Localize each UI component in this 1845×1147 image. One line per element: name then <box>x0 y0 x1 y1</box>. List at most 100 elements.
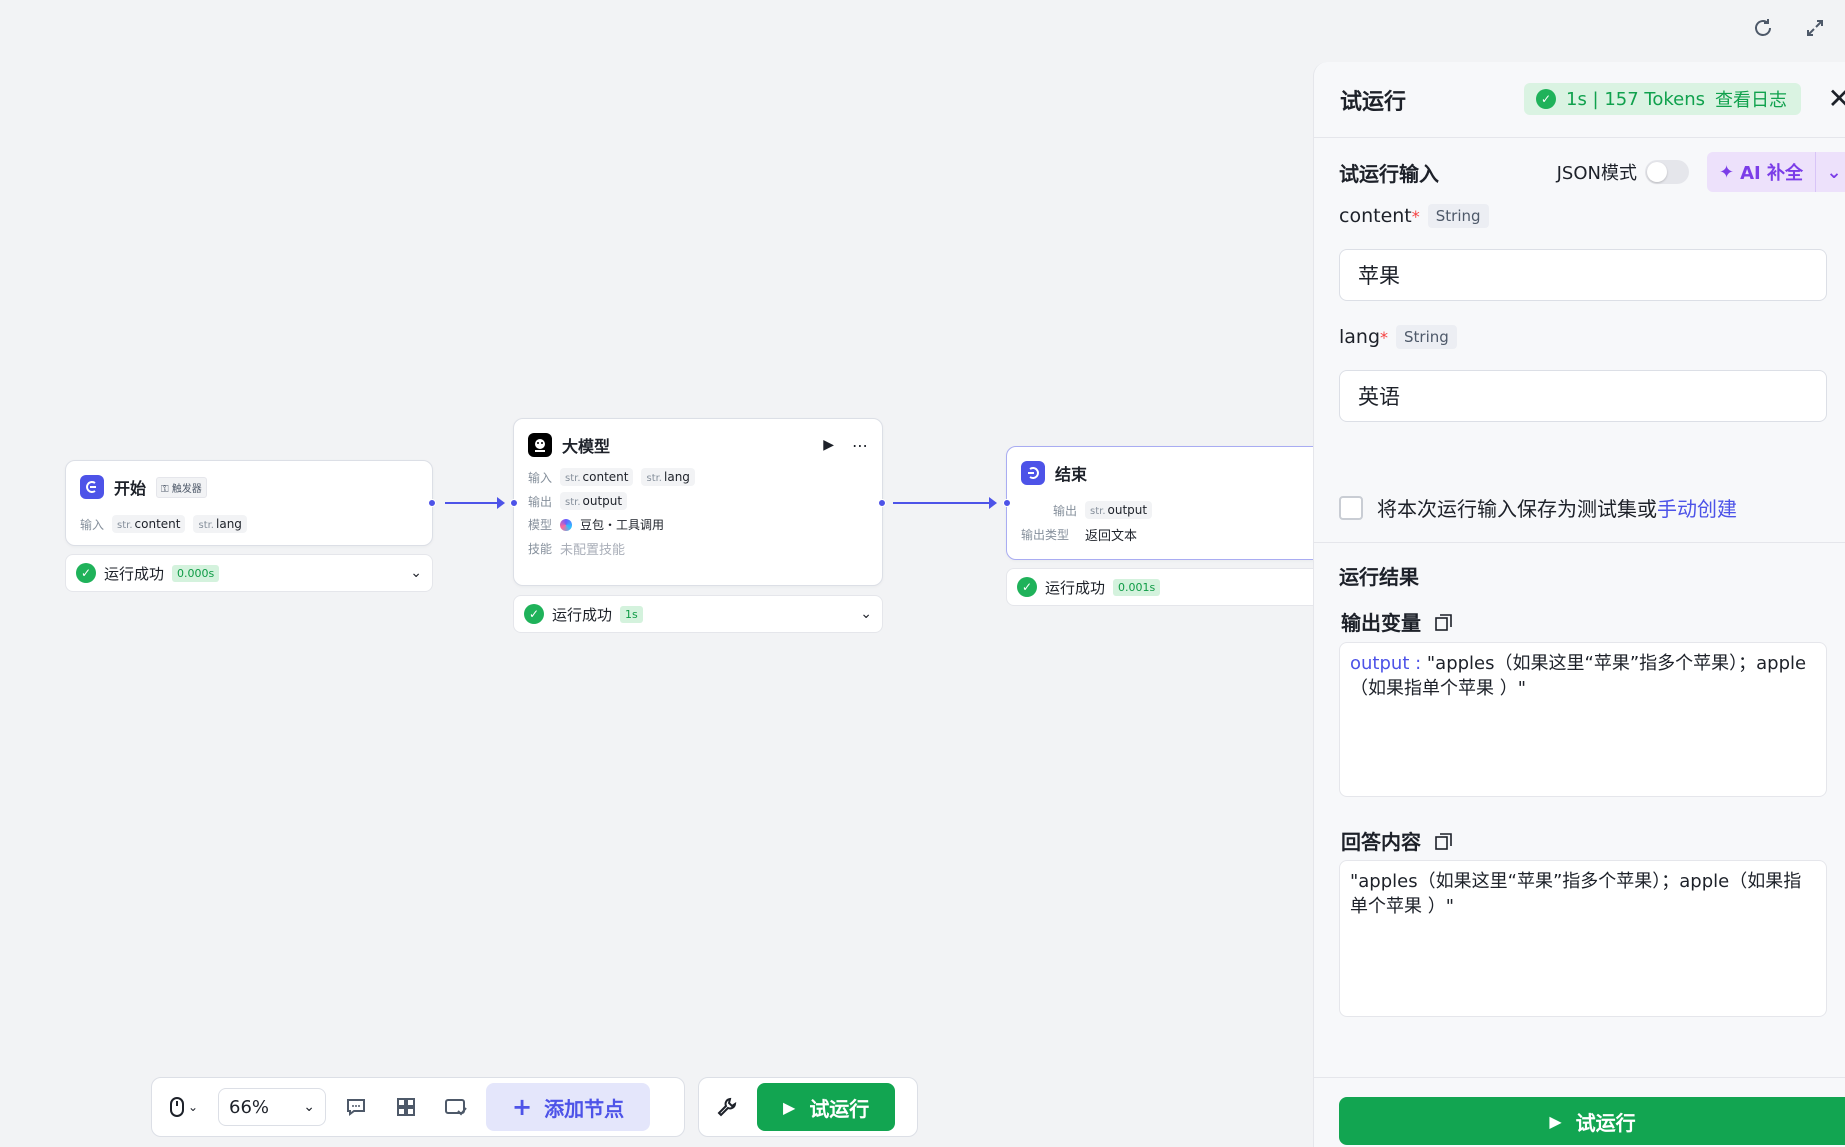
end-icon <box>1021 461 1045 485</box>
zoom-select[interactable]: 66% ⌄ <box>218 1088 326 1126</box>
canvas-top-icons <box>1749 14 1829 42</box>
wrench-icon[interactable] <box>707 1087 747 1127</box>
end-node-header: 结束 <box>1007 447 1335 493</box>
ai-fill-label: AI 补全 <box>1740 163 1803 184</box>
llm-input-row: 输入 str. content str. lang <box>514 465 882 489</box>
doubao-logo-icon <box>560 518 573 531</box>
llm-model-row: 模型 豆包・工具调用 <box>514 513 882 536</box>
llm-node[interactable]: 大模型 ▶ ⋯ 输入 str. content str. lang 输出 str. o… <box>510 418 886 586</box>
field-name: lang <box>1339 326 1381 348</box>
refresh-icon[interactable] <box>1749 14 1777 42</box>
edge-start-llm <box>445 497 505 509</box>
layout-button[interactable] <box>386 1087 426 1127</box>
param-chip: str. output <box>1085 501 1153 519</box>
start-node[interactable]: 开始 ⚿ 触发器 输入 str. content str. lang <box>65 460 436 546</box>
output-var-label: 输出变量 <box>1341 611 1421 635</box>
lang-input[interactable]: 英语 <box>1339 370 1827 422</box>
close-icon[interactable]: ✕ <box>1828 82 1845 115</box>
output-label: 输出 <box>528 494 553 509</box>
run-label: 试运行 <box>1575 1110 1636 1135</box>
output-var-box[interactable]: output : "apples（如果这里“苹果”指多个苹果）；apple（如果… <box>1339 642 1827 797</box>
success-check-icon: ✓ <box>1536 89 1556 109</box>
content-value: 苹果 <box>1358 264 1400 288</box>
success-check-icon: ✓ <box>1017 577 1037 597</box>
save-testset-checkbox[interactable] <box>1339 495 1363 520</box>
llm-icon <box>528 433 552 457</box>
canvas-toolbar: ⌄ 66% ⌄ + 添加节点 <box>151 1077 685 1137</box>
start-node-header: 开始 ⚿ 触发器 <box>66 461 432 507</box>
output-type-label: 输出类型 <box>1021 528 1070 542</box>
end-status-bar[interactable]: ✓ 运行成功 0.001s <box>1006 568 1336 606</box>
llm-output-port[interactable] <box>878 499 886 507</box>
content-input[interactable]: 苹果 <box>1339 249 1827 301</box>
expand-icon[interactable] <box>1801 14 1829 42</box>
zoom-value: 66% <box>229 1096 270 1118</box>
answer-value: "apples（如果这里“苹果”指多个苹果）；apple（如果指单个苹果 ）" <box>1350 871 1802 917</box>
end-node[interactable]: 结束 输出 str. output 输出类型 返回文本 <box>1003 446 1336 560</box>
run-label: 试运行 <box>809 1096 870 1121</box>
chevron-down-icon[interactable]: ⌄ <box>860 606 872 622</box>
output-label: 输出 <box>1052 503 1077 518</box>
llm-node-title: 大模型 <box>562 437 611 456</box>
llm-output-row: 输出 str. output <box>514 489 882 513</box>
param-chip: str. lang <box>193 515 247 533</box>
ai-fill-main[interactable]: ✦ AI 补全 <box>1707 152 1816 192</box>
end-input-port[interactable] <box>1003 499 1011 507</box>
view-log-link[interactable]: 查看日志 <box>1715 86 1787 112</box>
panel-header: 试运行 ✓ 1s | 157 Tokens 查看日志 ✕ <box>1314 62 1845 138</box>
required-mark: * <box>1380 327 1389 347</box>
chevron-down-icon[interactable]: ⌄ <box>410 565 422 581</box>
save-text: 将本次运行输入保存为测试集或 <box>1377 497 1657 521</box>
play-icon[interactable]: ▶ <box>823 437 834 453</box>
success-check-icon: ✓ <box>524 604 544 624</box>
param-chip: str. content <box>560 468 634 486</box>
run-summary: 1s | 157 Tokens <box>1566 88 1706 110</box>
plus-icon: + <box>512 1093 533 1121</box>
status-text: 运行成功 <box>1045 578 1106 597</box>
run-toolbar: ▶ 试运行 <box>698 1077 918 1137</box>
json-mode-toggle[interactable] <box>1645 160 1689 184</box>
success-check-icon: ✓ <box>76 563 96 583</box>
required-mark: * <box>1411 206 1420 226</box>
chevron-down-icon[interactable]: ⌄ <box>1816 162 1845 183</box>
chevron-down-icon: ⌄ <box>187 1100 199 1114</box>
model-label: 模型 <box>528 518 553 532</box>
ai-fill-button[interactable]: ✦ AI 补全 ⌄ <box>1707 152 1845 192</box>
param-chip: str. output <box>560 492 628 510</box>
manual-create-link[interactable]: 手动创建 <box>1657 497 1737 521</box>
llm-skill-row: 技能 未配置技能 <box>514 536 882 561</box>
start-output-port[interactable] <box>428 499 436 507</box>
panel-run-button[interactable]: ▶ 试运行 <box>1339 1097 1845 1145</box>
end-output-row: 输出 str. output <box>1007 493 1335 522</box>
comment-button[interactable] <box>336 1087 376 1127</box>
llm-input-port[interactable] <box>510 499 518 507</box>
status-time: 0.000s <box>172 564 220 582</box>
edge-llm-end <box>893 497 997 509</box>
save-testset-row: 将本次运行输入保存为测试集或手动创建 <box>1339 493 1737 522</box>
param-chip: str. lang <box>641 468 695 486</box>
skill-value: 未配置技能 <box>560 543 626 558</box>
more-icon[interactable]: ⋯ <box>852 436 868 455</box>
start-status-bar[interactable]: ✓ 运行成功 0.000s ⌄ <box>65 554 433 592</box>
minimap-button[interactable] <box>436 1087 476 1127</box>
llm-node-header: 大模型 ▶ ⋯ <box>514 419 882 465</box>
lang-value: 英语 <box>1358 385 1400 409</box>
canvas-run-button[interactable]: ▶ 试运行 <box>757 1083 896 1131</box>
status-text: 运行成功 <box>104 564 165 583</box>
content-field-label: content * String <box>1339 204 1489 228</box>
run-summary-badge: ✓ 1s | 157 Tokens 查看日志 <box>1524 83 1802 115</box>
answer-box[interactable]: "apples（如果这里“苹果”指多个苹果）；apple（如果指单个苹果 ）" <box>1339 860 1827 1017</box>
answer-label: 回答内容 <box>1341 830 1421 854</box>
llm-status-bar[interactable]: ✓ 运行成功 1s ⌄ <box>513 595 883 633</box>
type-tag: String <box>1427 204 1489 228</box>
copy-icon[interactable] <box>1435 832 1453 850</box>
chevron-down-icon: ⌄ <box>303 1099 315 1115</box>
panel-title: 试运行 <box>1340 89 1407 115</box>
copy-icon[interactable] <box>1435 613 1453 631</box>
input-label: 输入 <box>80 517 105 532</box>
add-node-button[interactable]: + 添加节点 <box>486 1083 651 1131</box>
mouse-mode-button[interactable]: ⌄ <box>160 1087 208 1127</box>
trigger-tag: ⚿ 触发器 <box>156 476 207 498</box>
model-name: 豆包・工具调用 <box>580 518 665 532</box>
status-text: 运行成功 <box>552 605 613 624</box>
